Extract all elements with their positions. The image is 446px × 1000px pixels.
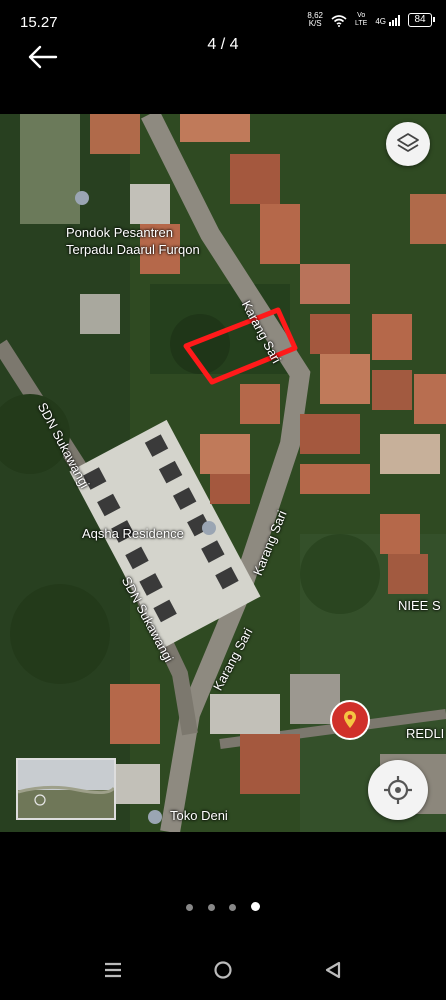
satellite-map-photo[interactable]: Pondok Pesantren Terpadu Daarul Furqon K…	[0, 114, 446, 832]
system-nav-bar	[0, 940, 446, 1000]
location-pin-icon	[344, 711, 356, 728]
page-dot[interactable]	[229, 904, 237, 911]
map-label-pondok-line2: Terpadu Daarul Furqon	[66, 242, 200, 257]
wifi-icon	[331, 14, 347, 27]
volte-line2: LTE	[355, 20, 368, 27]
image-counter: 4 / 4	[0, 36, 446, 54]
layers-icon	[397, 133, 419, 152]
image-counter-total: 4	[229, 36, 239, 53]
map-label-toko: Toko Deni	[170, 808, 228, 823]
map-label-pondok-line1: Pondok Pesantren	[66, 225, 173, 240]
map-label-aqsha: Aqsha Residence	[82, 526, 184, 541]
net-speed: 8,62 K/S	[307, 12, 323, 28]
battery-level: 84	[414, 14, 426, 25]
place-marker	[148, 810, 162, 824]
status-time: 15.27	[20, 14, 58, 31]
page-indicator	[0, 898, 446, 916]
signal-label: 4G	[375, 16, 386, 26]
page-dot[interactable]	[186, 904, 194, 911]
place-marker	[202, 521, 216, 535]
location-pin-button[interactable]	[330, 700, 370, 740]
image-counter-separator: /	[220, 36, 226, 53]
status-icons: 8,62 K/S Vo LTE 4G 84	[307, 12, 435, 28]
page-dot[interactable]	[207, 904, 215, 911]
my-location-icon	[384, 776, 412, 804]
recents-icon[interactable]	[99, 958, 127, 982]
map-label-redli: REDLI	[406, 726, 445, 741]
map-label-niee: NIEE S	[398, 598, 441, 613]
battery-icon: 84	[408, 13, 435, 27]
net-speed-unit: K/S	[308, 19, 322, 28]
status-bar: 15.27 8,62 K/S Vo LTE 4G 84	[0, 0, 446, 40]
satellite-imagery	[0, 114, 446, 832]
signal-icon: 4G	[375, 14, 400, 26]
back-triangle-icon[interactable]	[319, 958, 347, 982]
image-counter-current: 4	[207, 36, 217, 53]
street-view-image	[18, 760, 114, 818]
street-view-thumbnail[interactable]	[16, 758, 116, 820]
volte-indicator: Vo LTE	[355, 12, 367, 28]
volte-line1: Vo	[357, 12, 366, 19]
page-dot-active[interactable]	[250, 902, 260, 911]
layers-button[interactable]	[386, 122, 430, 166]
home-icon[interactable]	[209, 958, 237, 982]
map-label-pondok: Pondok Pesantren Terpadu Daarul Furqon	[66, 224, 200, 258]
place-marker	[75, 191, 89, 205]
my-location-button[interactable]	[368, 760, 428, 820]
viewer-toolbar: 4 / 4	[0, 36, 446, 80]
